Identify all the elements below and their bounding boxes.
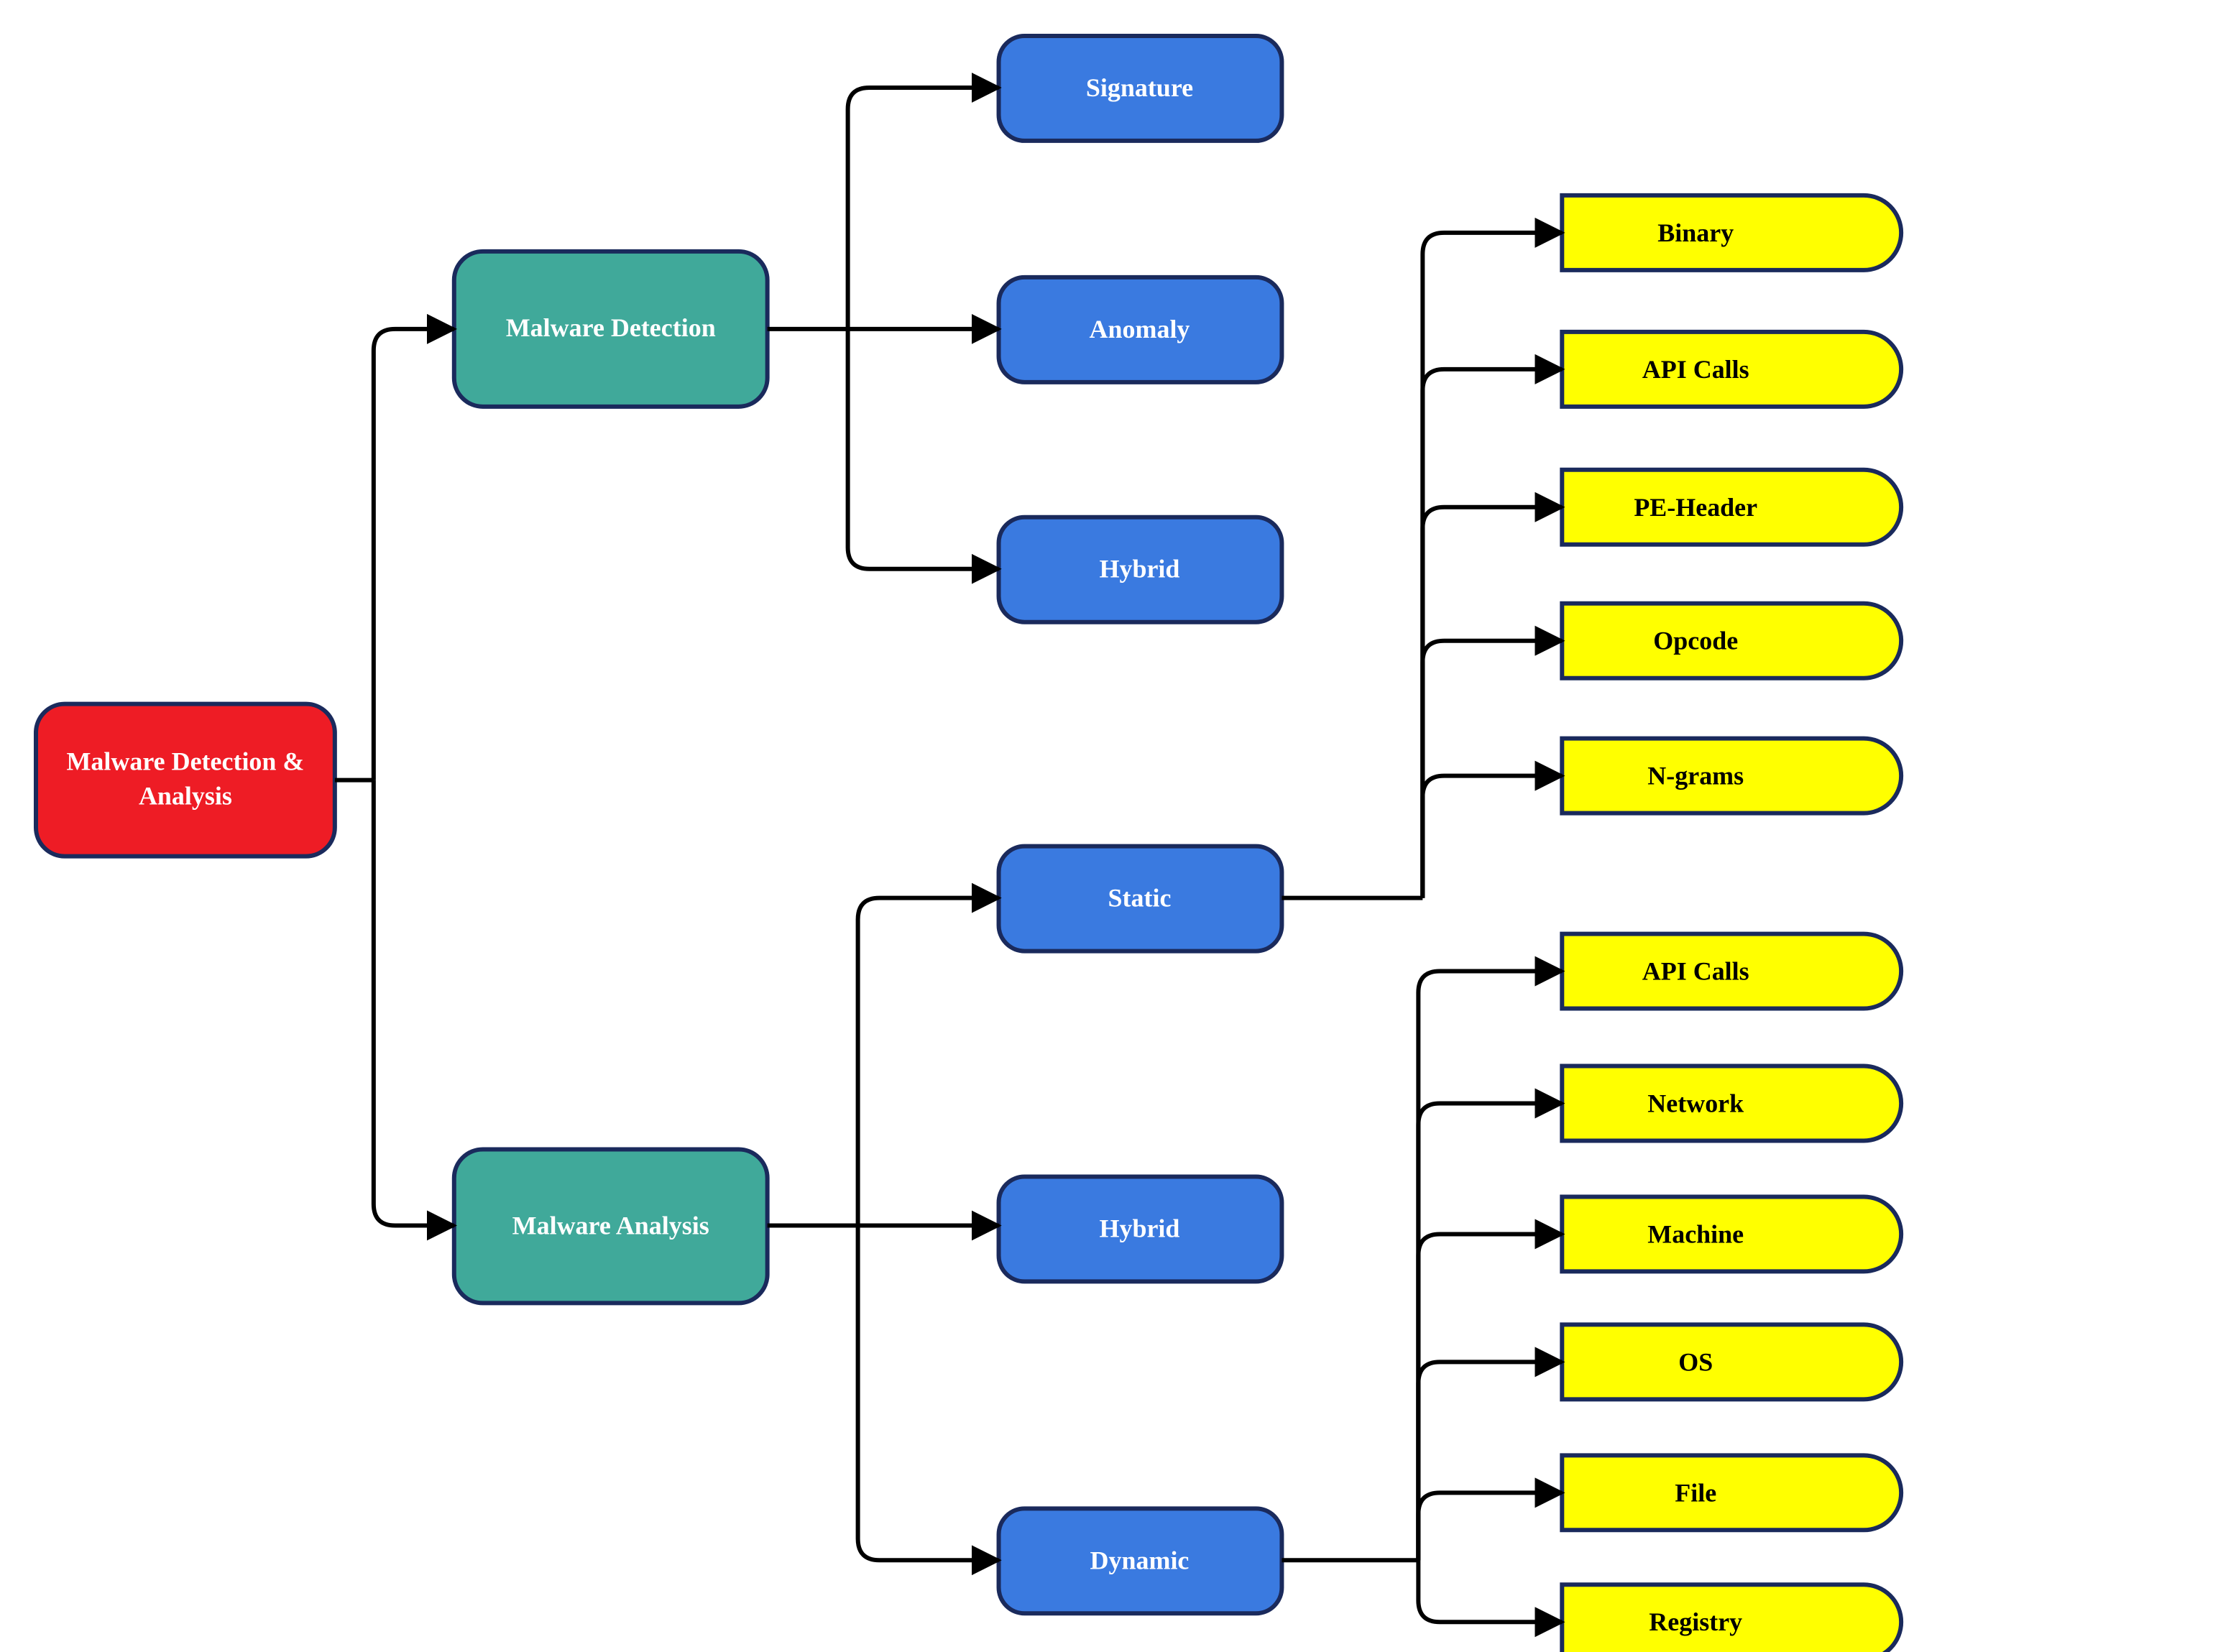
edge-analysis-dynamic [858, 1225, 999, 1560]
analysis-hybrid-label: Hybrid [1100, 1214, 1180, 1242]
signature-label: Signature [1086, 73, 1193, 102]
binary-leaf: Binary [1562, 195, 1901, 270]
edge-root-detection [374, 329, 454, 780]
edge-dynamic-registry [1418, 1560, 1562, 1622]
ngrams-label: N-grams [1647, 762, 1744, 790]
edge-dynamic-file [1418, 1492, 1562, 1560]
ngrams-leaf: N-grams [1562, 739, 1901, 813]
edge-dynamic-machine [1418, 1234, 1562, 1560]
dynamic-label: Dynamic [1090, 1546, 1190, 1574]
api-dynamic-label: API Calls [1642, 957, 1749, 986]
root-label-line1: Malware Detection & [66, 747, 304, 776]
edge-static-api [1422, 369, 1562, 898]
signature-node: Signature [999, 36, 1282, 141]
machine-leaf: Machine [1562, 1196, 1901, 1271]
edge-detection-hybrid [848, 329, 999, 569]
detection-hybrid-node: Hybrid [999, 517, 1282, 622]
analysis-hybrid-node: Hybrid [999, 1176, 1282, 1281]
static-label: Static [1108, 884, 1172, 913]
os-label: OS [1678, 1347, 1713, 1376]
root-label-line2: Analysis [139, 782, 232, 811]
diagram-canvas: Malware Detection & Analysis Malware Det… [0, 0, 2213, 1652]
api-static-leaf: API Calls [1562, 332, 1901, 407]
file-label: File [1675, 1478, 1716, 1507]
binary-label: Binary [1657, 218, 1734, 247]
machine-label: Machine [1647, 1219, 1744, 1248]
edge-dynamic-api [1418, 972, 1562, 1561]
edge-static-pe [1422, 507, 1562, 898]
pe-leaf: PE-Header [1562, 470, 1901, 545]
malware-detection-node: Malware Detection [454, 252, 768, 407]
edge-static-ngrams [1422, 776, 1562, 898]
anomaly-node: Anomaly [999, 277, 1282, 382]
opcode-label: Opcode [1653, 627, 1738, 655]
network-label: Network [1647, 1089, 1744, 1117]
edge-static-opcode [1422, 641, 1562, 898]
dynamic-node: Dynamic [999, 1508, 1282, 1613]
edge-static-binary [1422, 233, 1562, 898]
malware-detection-label: Malware Detection [506, 313, 716, 342]
detection-hybrid-label: Hybrid [1100, 555, 1180, 583]
static-node: Static [999, 846, 1282, 951]
os-leaf: OS [1562, 1324, 1901, 1399]
anomaly-label: Anomaly [1090, 315, 1190, 343]
registry-leaf: Registry [1562, 1584, 1901, 1652]
edge-analysis-static [858, 898, 999, 1226]
registry-label: Registry [1649, 1607, 1742, 1636]
edge-dynamic-os [1418, 1362, 1562, 1560]
edge-root-analysis [374, 780, 454, 1226]
pe-label: PE-Header [1634, 493, 1757, 522]
api-static-label: API Calls [1642, 355, 1749, 384]
file-leaf: File [1562, 1455, 1901, 1530]
api-dynamic-leaf: API Calls [1562, 934, 1901, 1009]
malware-analysis-node: Malware Analysis [454, 1149, 768, 1303]
network-leaf: Network [1562, 1066, 1901, 1141]
root-node: Malware Detection & Analysis [36, 704, 335, 857]
malware-analysis-label: Malware Analysis [512, 1211, 709, 1240]
edge-detection-signature [848, 88, 999, 329]
opcode-leaf: Opcode [1562, 604, 1901, 678]
